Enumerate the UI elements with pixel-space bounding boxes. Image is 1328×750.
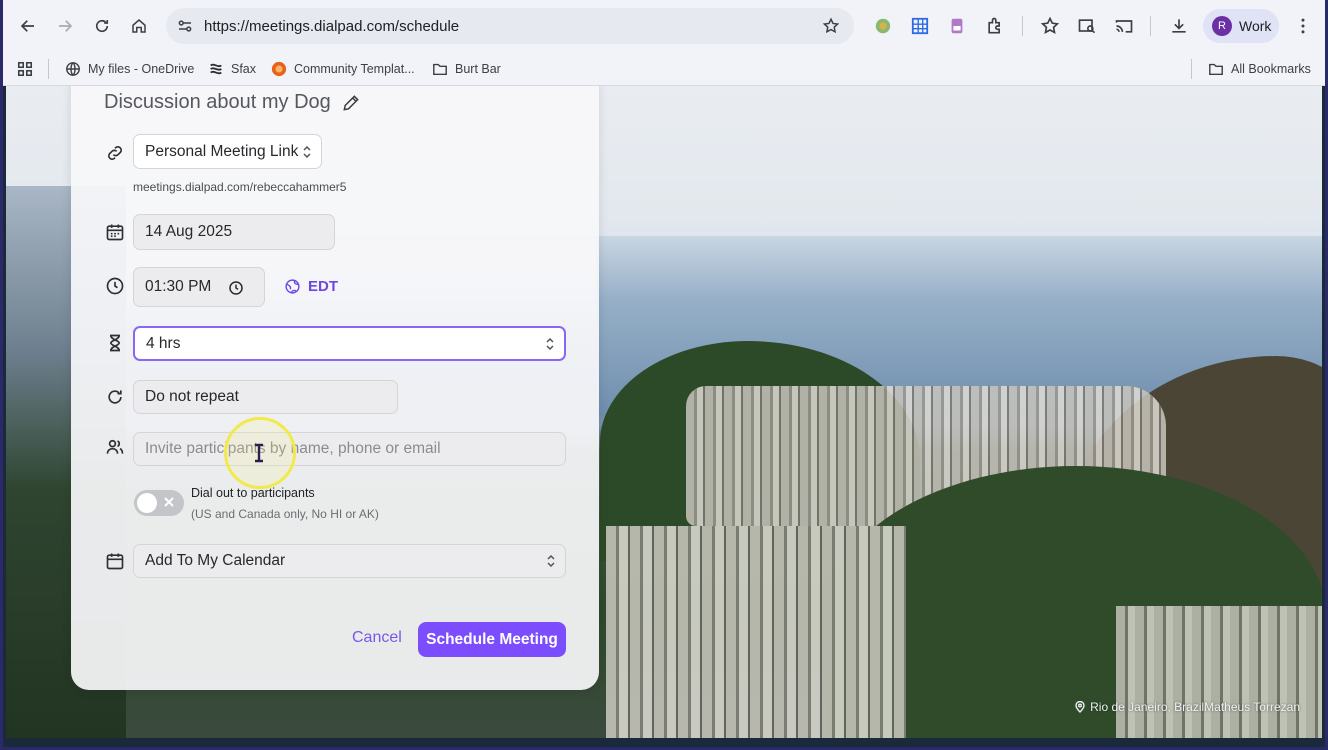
meeting-url: meetings.dialpad.com/rebeccahammer5	[133, 180, 347, 194]
bookmark-sfax[interactable]: Sfax	[208, 60, 256, 78]
meeting-link-value: Personal Meeting Link	[145, 142, 299, 160]
toolbar-separator	[1150, 16, 1151, 36]
extension-grid-icon[interactable]	[910, 16, 930, 36]
apps-grid-icon[interactable]	[17, 60, 33, 78]
community-icon	[271, 61, 287, 77]
meeting-title-row: Discussion about my Dog	[104, 91, 361, 114]
duration-value: 4 hrs	[146, 334, 181, 352]
repeat-select[interactable]: Do not repeat	[133, 380, 398, 414]
bookmark-label: My files - OneDrive	[88, 62, 195, 76]
menu-kebab-icon[interactable]	[1293, 16, 1313, 36]
participants-input[interactable]: Invite participants by name, phone or em…	[133, 432, 566, 466]
bookmark-label: Community Templat...	[294, 62, 415, 76]
time-picker-icon[interactable]	[228, 280, 244, 296]
calendar-value: Add To My Calendar	[145, 552, 286, 569]
photo-credit-text: Rio de Janeiro, BrazilMatheus Torrezan	[1090, 700, 1300, 714]
site-settings-icon[interactable]	[176, 17, 194, 35]
dial-out-toggle[interactable]	[134, 490, 184, 516]
chevron-updown-icon	[547, 554, 555, 568]
globe-icon	[285, 279, 300, 294]
extension-globe-icon[interactable]	[873, 16, 893, 36]
timezone-label: EDT	[308, 278, 338, 295]
bookmarks-bar: My files - OneDrive Sfax Community Templ…	[0, 52, 1328, 86]
bookmarks-separator	[1191, 59, 1192, 79]
duration-select[interactable]: 4 hrs	[133, 326, 566, 361]
bookmark-community[interactable]: Community Templat...	[271, 60, 415, 78]
calendar-icon	[104, 550, 126, 572]
bookmarks-separator	[48, 59, 49, 79]
close-icon	[164, 497, 174, 507]
edit-pencil-icon[interactable]	[341, 93, 361, 113]
toggle-knob	[137, 493, 157, 513]
schedule-meeting-button[interactable]: Schedule Meeting	[418, 622, 566, 657]
dial-out-note: (US and Canada only, No HI or AK)	[191, 507, 379, 521]
date-value: 14 Aug 2025	[145, 223, 233, 240]
participants-icon	[104, 436, 126, 458]
chevron-updown-icon	[303, 145, 311, 158]
hourglass-icon	[104, 332, 126, 354]
extensions-puzzle-icon[interactable]	[985, 16, 1005, 36]
download-icon[interactable]	[1169, 16, 1189, 36]
back-icon[interactable]	[15, 13, 41, 39]
page-content: Rio de Janeiro, BrazilMatheus Torrezan D…	[6, 86, 1322, 738]
all-bookmarks-label: All Bookmarks	[1231, 62, 1311, 76]
profile-button[interactable]: R Work	[1203, 9, 1279, 43]
bookmark-onedrive[interactable]: My files - OneDrive	[65, 60, 194, 78]
folder-icon	[1208, 61, 1224, 77]
timezone-button[interactable]: EDT	[284, 278, 338, 295]
bookmarks-star-icon[interactable]	[1040, 16, 1060, 36]
cast-icon[interactable]	[1114, 16, 1134, 36]
address-bar[interactable]: https://meetings.dialpad.com/schedule	[166, 8, 854, 44]
folder-icon	[432, 61, 448, 77]
avatar: R	[1212, 16, 1232, 36]
bookmark-label: Sfax	[231, 62, 257, 76]
background-city	[606, 526, 906, 738]
clock-icon	[104, 275, 126, 297]
repeat-value: Do not repeat	[145, 388, 239, 405]
browser-toolbar: https://meetings.dialpad.com/schedule R …	[0, 0, 1328, 52]
calendar-icon	[104, 221, 126, 243]
chevron-updown-icon	[546, 337, 554, 350]
all-bookmarks[interactable]: All Bookmarks	[1208, 60, 1311, 78]
tab-search-icon[interactable]	[1077, 16, 1097, 36]
text-cursor-icon	[255, 443, 263, 463]
extension-doc-icon[interactable]	[947, 16, 967, 36]
toolbar-separator	[1022, 16, 1023, 36]
bookmark-star-icon[interactable]	[822, 17, 840, 35]
cancel-button[interactable]: Cancel	[352, 629, 402, 647]
sfax-icon	[208, 61, 224, 77]
location-pin-icon	[1075, 701, 1085, 713]
globe-icon	[65, 61, 81, 77]
home-icon[interactable]	[126, 13, 152, 39]
background-city	[1116, 606, 1322, 738]
link-icon	[104, 142, 126, 164]
time-field[interactable]: 01:30 PM	[133, 267, 265, 307]
url-text[interactable]: https://meetings.dialpad.com/schedule	[204, 18, 459, 35]
date-field[interactable]: 14 Aug 2025	[133, 214, 335, 250]
meeting-link-select[interactable]: Personal Meeting Link	[133, 134, 322, 169]
reload-icon[interactable]	[89, 13, 115, 39]
meeting-title[interactable]: Discussion about my Dog	[104, 91, 331, 114]
profile-label: Work	[1239, 18, 1272, 34]
repeat-icon	[104, 386, 126, 408]
bookmark-label: Burt Bar	[455, 62, 501, 76]
time-value: 01:30 PM	[145, 278, 212, 295]
bookmark-burt-bar[interactable]: Burt Bar	[432, 60, 501, 78]
photo-credit: Rio de Janeiro, BrazilMatheus Torrezan	[1074, 700, 1300, 714]
calendar-select[interactable]: Add To My Calendar	[133, 544, 566, 578]
forward-icon[interactable]	[52, 13, 78, 39]
